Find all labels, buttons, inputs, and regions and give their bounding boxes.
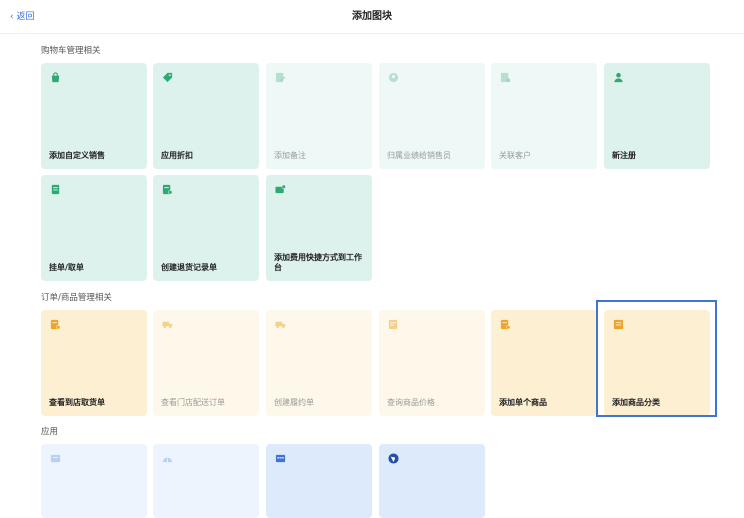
app-calendar-icon — [275, 454, 286, 463]
tile-label: 应用折扣 — [161, 151, 193, 160]
tile-label: 查看到店取货单 — [49, 398, 105, 407]
tile-link-customer[interactable]: 关联客户 — [491, 63, 597, 169]
tile-view-pickup-orders[interactable]: 查看到店取货单 — [41, 310, 147, 416]
tile-label: 添加单个商品 — [499, 398, 547, 407]
top-bar: ‹ 返回 添加图块 — [0, 0, 744, 34]
tile-new-registration[interactable]: 新注册 — [604, 63, 710, 169]
person-icon — [614, 72, 623, 83]
shopping-bag-icon — [51, 72, 60, 83]
tile-label: 添加费用快捷方式到工作台 — [274, 253, 362, 272]
tile-label: 创建履约单 — [274, 398, 314, 407]
tile-add-product-category[interactable]: 添加商品分类 — [604, 310, 710, 416]
tile-create-return[interactable]: 创建退货记录单 — [153, 175, 259, 281]
app-chart-icon — [162, 457, 173, 463]
app-globe-icon — [388, 453, 399, 464]
tile-hold-order[interactable]: 挂单/取单 — [41, 175, 147, 281]
category-icon — [613, 319, 624, 330]
tile-label: 查询商品价格 — [387, 398, 435, 407]
tile-label: 新注册 — [612, 151, 636, 160]
tile-app-2[interactable] — [153, 444, 259, 518]
app-document-icon — [50, 454, 61, 463]
tile-label: 关联客户 — [499, 151, 531, 160]
user-circle-icon — [388, 72, 399, 83]
tile-create-fulfillment[interactable]: 创建履约单 — [266, 310, 372, 416]
tile-label: 查看门店配送订单 — [161, 398, 225, 407]
tile-apply-discount[interactable]: 应用折扣 — [153, 63, 259, 169]
add-product-icon — [500, 319, 511, 330]
pickup-order-icon — [50, 319, 61, 330]
tile-assign-salesperson[interactable]: 归属业绩给销售员 — [379, 63, 485, 169]
section-title-orders: 订单/商品管理相关 — [41, 293, 112, 303]
fulfillment-truck-icon — [275, 321, 286, 329]
page-title: 添加图块 — [352, 11, 392, 22]
section-title-cart: 购物车管理相关 — [41, 46, 101, 56]
tile-label: 添加备注 — [274, 151, 306, 160]
tile-add-note[interactable]: 添加备注 — [266, 63, 372, 169]
tile-label: 添加商品分类 — [612, 398, 660, 407]
tile-label: 创建退货记录单 — [161, 263, 217, 272]
tile-add-fee-shortcut[interactable]: 添加费用快捷方式到工作台 — [266, 175, 372, 281]
section-title-apps: 应用 — [41, 427, 59, 437]
return-receipt-icon — [162, 184, 173, 195]
delivery-truck-icon — [162, 321, 173, 329]
contact-card-icon — [500, 72, 511, 83]
tile-add-custom-sale[interactable]: 添加自定义销售 — [41, 63, 147, 169]
tile-app-1[interactable] — [41, 444, 147, 518]
tile-view-delivery-orders[interactable]: 查看门店配送订单 — [153, 310, 259, 416]
tile-query-price[interactable]: 查询商品价格 — [379, 310, 485, 416]
price-query-icon — [388, 319, 398, 330]
tile-app-3[interactable] — [266, 444, 372, 518]
tag-icon — [162, 72, 173, 83]
fee-shortcut-icon — [275, 184, 286, 194]
edit-note-icon — [275, 72, 286, 83]
tile-add-single-product[interactable]: 添加单个商品 — [491, 310, 597, 416]
tile-app-4[interactable] — [379, 444, 485, 518]
document-icon — [51, 184, 60, 195]
tile-label: 归属业绩给销售员 — [387, 151, 451, 160]
tile-label: 添加自定义销售 — [49, 151, 105, 160]
tile-label: 挂单/取单 — [49, 263, 84, 272]
